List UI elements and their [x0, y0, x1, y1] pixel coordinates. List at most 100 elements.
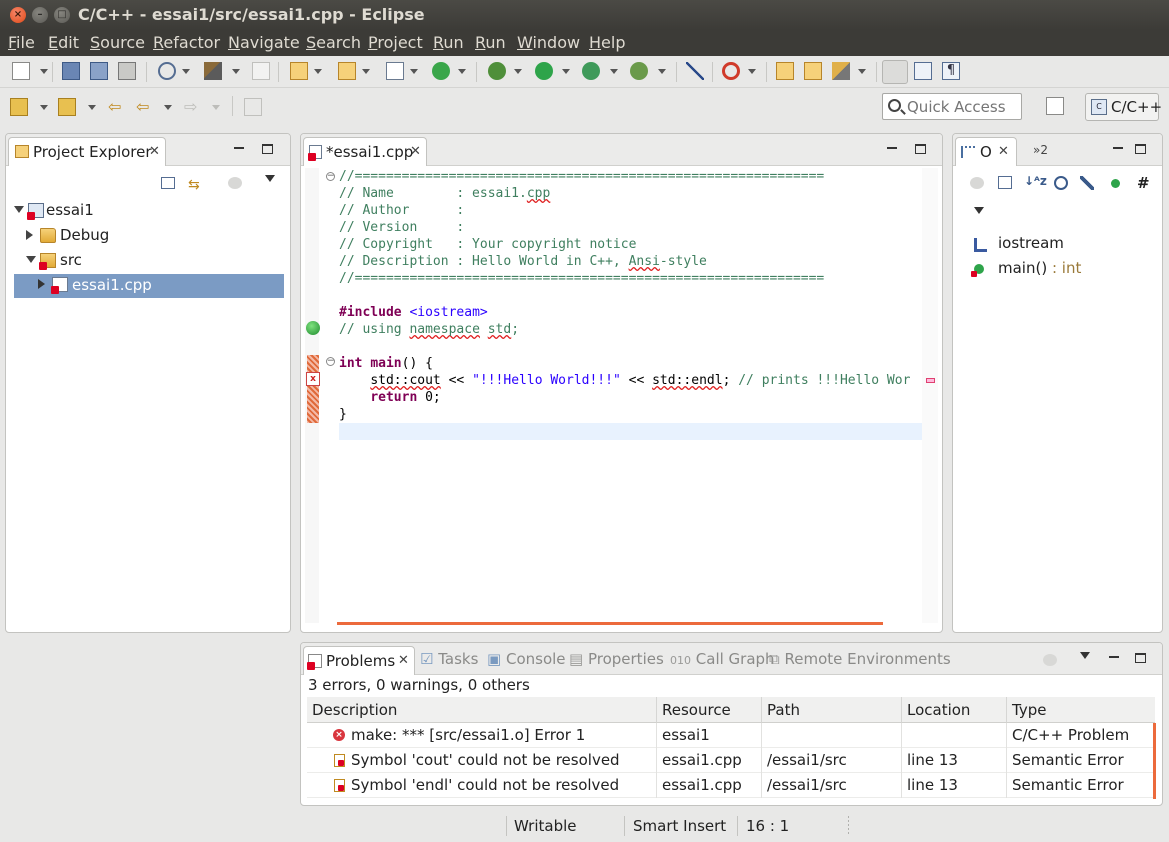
previous-annotation-dropdown-icon[interactable] [88, 105, 96, 110]
search-tool-icon[interactable] [832, 62, 850, 80]
close-icon[interactable]: ✕ [398, 653, 409, 668]
skip-breakpoints-icon[interactable] [686, 62, 704, 80]
code-line[interactable]: int main() { [339, 355, 433, 372]
new-project-icon[interactable] [290, 62, 308, 80]
external-tools-icon[interactable] [630, 62, 648, 80]
menu-window[interactable]: Window [517, 33, 580, 52]
code-line[interactable]: // Version : [339, 219, 464, 236]
minimize-panel-icon[interactable] [887, 147, 897, 149]
new-class-dropdown-icon[interactable] [410, 69, 418, 74]
new-c-icon[interactable] [432, 62, 450, 80]
outline-view-menu-icon[interactable] [974, 207, 984, 214]
collapse-all-icon[interactable] [998, 176, 1012, 189]
close-window-button[interactable]: × [10, 7, 26, 23]
column-header-description[interactable]: Description [307, 697, 657, 723]
new-folder-dropdown-icon[interactable] [362, 69, 370, 74]
menu-navigate[interactable]: Navigate [228, 33, 300, 52]
tab-properties[interactable]: ▤ Properties [569, 650, 664, 668]
tree-item-essai1[interactable]: essai1 [14, 200, 284, 222]
open-element-icon[interactable] [804, 62, 822, 80]
menu-run[interactable]: Run [433, 33, 464, 52]
new-folder-icon[interactable] [338, 62, 356, 80]
code-line[interactable]: } [339, 406, 347, 423]
column-header-resource[interactable]: Resource [657, 697, 762, 723]
hide-static-icon[interactable] [1080, 176, 1094, 190]
minimize-panel-icon[interactable] [234, 147, 244, 149]
tab-call-graph[interactable]: 010 Call Graph [670, 650, 775, 668]
maximize-panel-icon[interactable] [1135, 653, 1146, 663]
new-project-dropdown-icon[interactable] [314, 69, 322, 74]
menu-file[interactable]: File [8, 33, 35, 52]
column-header-path[interactable]: Path [762, 697, 902, 723]
fold-icon[interactable]: − [326, 172, 335, 181]
editor-overview-ruler[interactable] [922, 168, 938, 623]
profile-dropdown-icon[interactable] [610, 69, 618, 74]
mark-occurrences-icon[interactable] [882, 60, 908, 84]
new-class-icon[interactable] [386, 62, 404, 80]
code-line[interactable]: // Copyright : Your copyright notice [339, 236, 636, 253]
build-dropdown-icon[interactable] [232, 69, 240, 74]
sort-icon[interactable]: ↓ᴬz [1024, 174, 1047, 188]
view-menu-icon[interactable] [265, 175, 275, 182]
tab-remote-environments[interactable]: ⧉ Remote Environments [769, 650, 951, 668]
search-tool-dropdown-icon[interactable] [858, 69, 866, 74]
minimize-panel-icon[interactable] [1109, 656, 1119, 658]
maximize-panel-icon[interactable] [262, 144, 273, 154]
table-row[interactable]: Symbol 'endl' could not be resolved essa… [307, 773, 1155, 798]
menu-search[interactable]: Search [306, 33, 361, 52]
build-hammer-icon[interactable] [204, 62, 222, 80]
save-all-icon[interactable] [90, 62, 108, 80]
minimize-window-button[interactable]: – [32, 7, 48, 23]
new-icon[interactable] [12, 62, 30, 80]
external-tools-dropdown-icon[interactable] [658, 69, 666, 74]
back-icon[interactable]: ⇦ [136, 98, 154, 116]
tab-essai1-cpp[interactable]: *essai1.cpp ✕ [303, 137, 427, 166]
quick-access-field[interactable] [882, 93, 1022, 120]
expand-arrow-icon[interactable] [26, 256, 36, 263]
code-line[interactable]: #include <iostream> [339, 304, 488, 321]
show-whitespace-icon[interactable]: ¶ [942, 62, 960, 80]
collapse-all-icon[interactable] [161, 177, 175, 189]
menu-project[interactable]: Project [368, 33, 423, 52]
quick-access-input[interactable] [907, 97, 1017, 117]
code-line[interactable]: //======================================… [339, 270, 824, 287]
error-marker-icon[interactable]: x [306, 372, 320, 386]
tree-item-src[interactable]: src [26, 250, 286, 272]
open-type-icon[interactable] [776, 62, 794, 80]
code-line[interactable]: // using namespace std; [339, 321, 519, 338]
table-row[interactable]: × make: *** [src/essai1.o] Error 1 essai… [307, 723, 1155, 748]
code-line[interactable]: // Author : [339, 202, 464, 219]
expand-arrow-icon[interactable] [14, 206, 24, 213]
stop-dropdown-icon[interactable] [748, 69, 756, 74]
code-line[interactable]: // Description : Hello World in C++, Ans… [339, 253, 707, 270]
hide-fields-icon[interactable] [1054, 176, 1068, 190]
last-edit-location-icon[interactable]: ⇦ [108, 98, 126, 116]
collapse-arrow-icon[interactable] [38, 279, 45, 289]
previous-annotation-icon[interactable] [58, 98, 76, 116]
tree-item-debug[interactable]: Debug [26, 225, 286, 247]
save-icon[interactable] [62, 62, 80, 80]
error-overview-marker[interactable] [926, 378, 935, 383]
new-c-dropdown-icon[interactable] [458, 69, 466, 74]
collapse-arrow-icon[interactable] [26, 230, 33, 240]
column-header-location[interactable]: Location [902, 697, 1007, 723]
menu-source[interactable]: Source [90, 33, 145, 52]
menu-run-2[interactable]: Run [475, 33, 506, 52]
run-dropdown-icon[interactable] [562, 69, 570, 74]
debug-bug-icon[interactable] [488, 62, 506, 80]
close-icon[interactable]: ✕ [998, 144, 1009, 159]
column-header-type[interactable]: Type [1007, 697, 1155, 723]
run-icon[interactable] [535, 62, 553, 80]
menu-edit[interactable]: Edit [48, 33, 79, 52]
menu-help[interactable]: Help [589, 33, 625, 52]
hide-non-public-icon[interactable] [1111, 179, 1120, 188]
new-dropdown-icon[interactable] [40, 69, 48, 74]
more-views-chevron[interactable]: »2 [1033, 143, 1048, 157]
maximize-panel-icon[interactable] [915, 144, 926, 154]
code-line[interactable]: //======================================… [339, 168, 824, 185]
perspective-cpp-button[interactable]: C C/C++ [1085, 93, 1162, 121]
code-editor[interactable]: //======================================… [339, 168, 910, 422]
print-icon[interactable] [118, 62, 136, 80]
tab-tasks[interactable]: ☑ Tasks [420, 650, 478, 668]
tab-console[interactable]: ▣ Console [487, 650, 566, 668]
